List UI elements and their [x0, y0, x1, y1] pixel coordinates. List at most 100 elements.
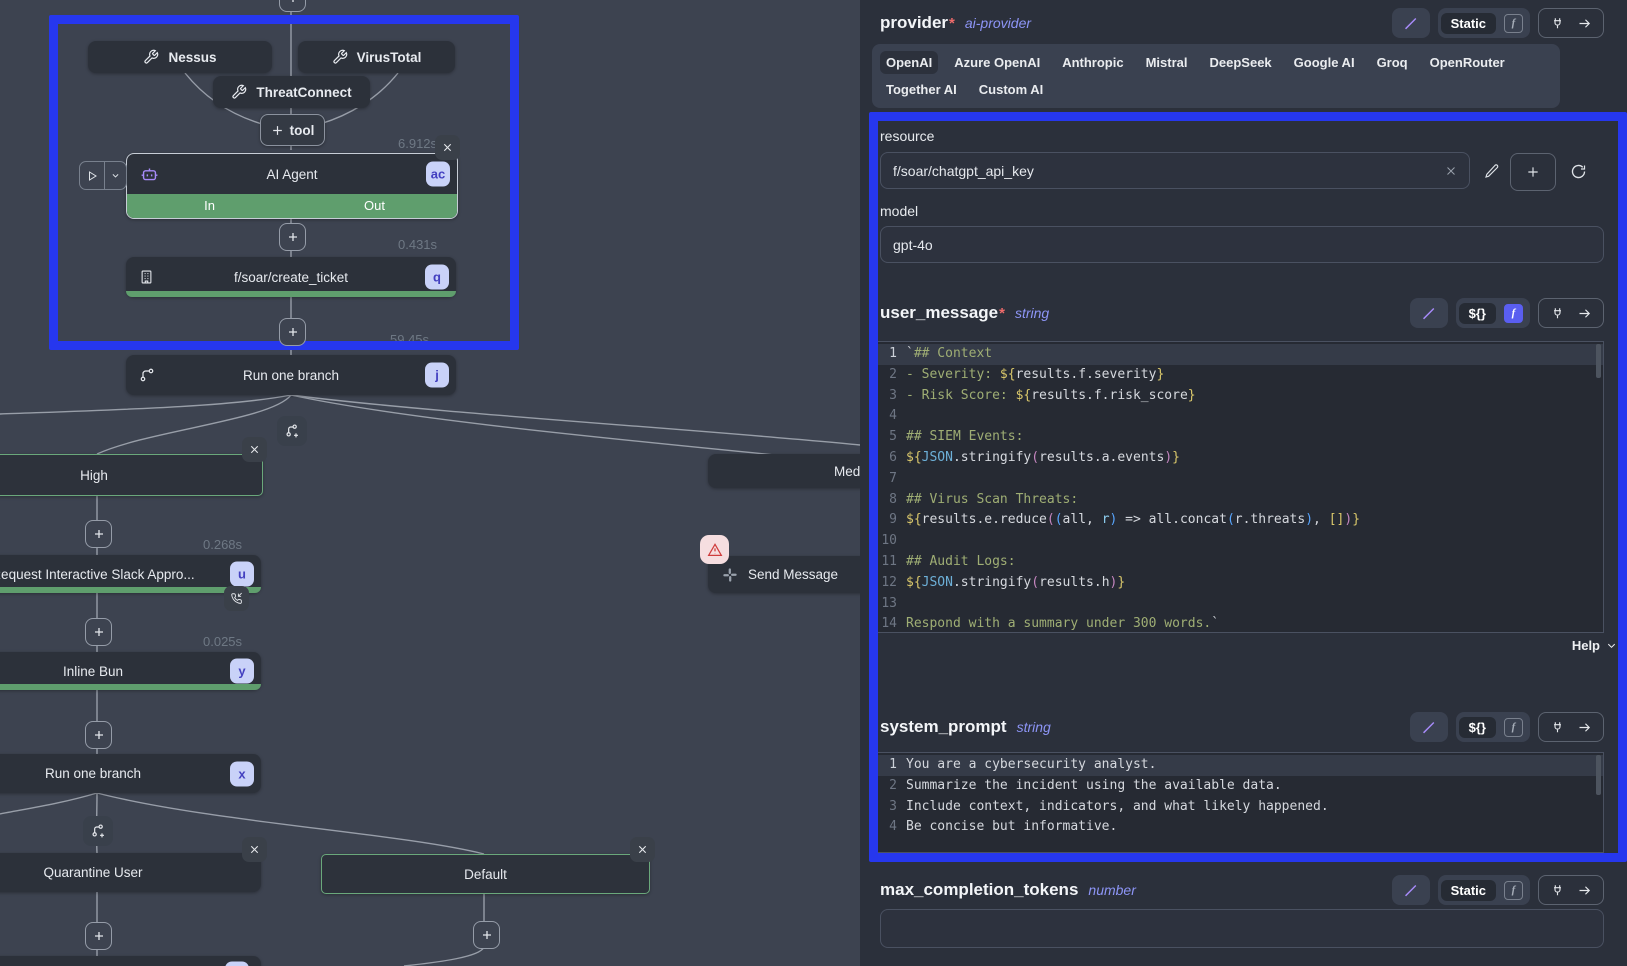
add-branch-button[interactable] [83, 816, 113, 846]
flow-canvas[interactable]: Nessus VirusTotal ThreatConnect tool 6.9… [0, 0, 860, 966]
line-number: 3 [873, 797, 906, 818]
run-step-button-group[interactable] [79, 161, 127, 190]
help-label[interactable]: Help [1572, 638, 1600, 653]
arrow-right-icon[interactable] [1577, 306, 1592, 321]
add-step-connector[interactable] [279, 223, 306, 251]
tab-groq[interactable]: Groq [1371, 51, 1414, 74]
code-line: 4Be concise but informative. [873, 817, 1603, 838]
mode-selected[interactable]: ${} [1459, 717, 1496, 738]
clear-resource-icon[interactable] [1445, 165, 1457, 177]
connect-io-buttons[interactable] [1538, 298, 1604, 328]
function-mode-icon[interactable]: f [1504, 718, 1523, 737]
error-indicator[interactable] [700, 535, 729, 564]
code-line: 2Summarize the incident using the availa… [873, 776, 1603, 797]
chevron-down-icon[interactable] [105, 162, 126, 189]
plus-icon [93, 626, 105, 638]
plug-icon[interactable] [1550, 883, 1565, 898]
required-asterisk: * [999, 305, 1005, 322]
tab-custom-ai[interactable]: Custom AI [973, 78, 1050, 101]
input-mode-toggle[interactable]: ${} f [1456, 712, 1530, 742]
scrollbar-thumb[interactable] [1596, 755, 1601, 795]
branch-node-default[interactable]: Default [321, 854, 650, 894]
plug-icon[interactable] [1550, 720, 1565, 735]
ai-fill-button[interactable] [1392, 8, 1430, 38]
function-mode-icon[interactable]: f [1504, 14, 1523, 33]
add-step-connector[interactable] [85, 922, 112, 950]
agent-in-label[interactable]: In [127, 194, 292, 218]
system-prompt-code-editor[interactable]: 1You are a cybersecurity analyst.2Summar… [872, 752, 1604, 853]
tab-openrouter[interactable]: OpenRouter [1424, 51, 1511, 74]
plug-icon[interactable] [1550, 16, 1565, 31]
suspend-approval-indicator[interactable] [224, 586, 249, 611]
node-ai-agent[interactable]: AI Agent ac In Out [126, 153, 458, 219]
add-step-connector[interactable] [473, 921, 500, 949]
mode-selected[interactable]: ${} [1459, 303, 1496, 324]
add-tool-pill[interactable]: tool [260, 114, 325, 146]
play-icon[interactable] [80, 162, 104, 189]
add-step-connector[interactable] [85, 618, 112, 646]
node-run-one-branch-2[interactable]: Run one branch x [0, 754, 261, 793]
node-inline-bun[interactable]: Inline Bun y [0, 652, 261, 690]
node-quarantine-user[interactable]: Quarantine User [0, 853, 261, 892]
input-mode-toggle[interactable]: Static f [1438, 8, 1530, 38]
tab-mistral[interactable]: Mistral [1140, 51, 1194, 74]
remove-default-branch-button[interactable] [630, 837, 655, 862]
tab-openai[interactable]: OpenAI [880, 51, 938, 74]
node-run-one-branch-1[interactable]: Run one branch j [126, 355, 456, 395]
ai-fill-button[interactable] [1410, 298, 1448, 328]
arrow-right-icon[interactable] [1577, 720, 1592, 735]
add-step-connector[interactable] [279, 318, 306, 346]
code-line: 12${JSON.stringify(results.h)} [873, 573, 1603, 594]
code-line: 3- Risk Score: ${results.f.risk_score} [873, 386, 1603, 407]
resource-input[interactable]: f/soar/chatgpt_api_key [880, 152, 1470, 189]
tab-azure-openai[interactable]: Azure OpenAI [948, 51, 1046, 74]
add-step-connector-top[interactable] [279, 0, 306, 12]
mode-selected[interactable]: Static [1441, 880, 1496, 901]
agent-out-label[interactable]: Out [292, 194, 457, 218]
arrow-right-icon[interactable] [1577, 883, 1592, 898]
node-create-ticket[interactable]: f/soar/create_ticket q [126, 257, 456, 297]
scrollbar-thumb[interactable] [1596, 344, 1601, 378]
property-type: ai-provider [965, 15, 1031, 31]
connect-io-buttons[interactable] [1538, 712, 1604, 742]
branch-node-high[interactable]: High [0, 454, 263, 496]
remove-high-branch-button[interactable] [242, 437, 267, 462]
ai-fill-button[interactable] [1410, 712, 1448, 742]
user-message-code-editor[interactable]: 1`## Context2- Severity: ${results.f.sev… [872, 341, 1604, 633]
help-dropdown[interactable]: Help [1572, 638, 1617, 653]
model-input[interactable]: gpt-4o [880, 226, 1604, 263]
branch-node-medium[interactable]: Medium [708, 454, 860, 488]
tab-deepseek[interactable]: DeepSeek [1204, 51, 1278, 74]
node-virustotal[interactable]: VirusTotal [298, 41, 455, 73]
add-step-connector[interactable] [85, 520, 112, 548]
add-resource-button[interactable] [1510, 153, 1556, 191]
function-mode-icon[interactable]: f [1504, 304, 1523, 323]
line-number: 4 [873, 406, 906, 427]
add-step-connector[interactable] [85, 721, 112, 749]
edit-resource-button[interactable] [1481, 160, 1503, 182]
node-label: Nessus [168, 50, 216, 65]
tab-anthropic[interactable]: Anthropic [1056, 51, 1129, 74]
connect-io-buttons[interactable] [1538, 8, 1604, 38]
remove-ai-agent-button[interactable] [435, 135, 460, 160]
input-mode-toggle[interactable]: Static f [1438, 875, 1530, 905]
mode-selected[interactable]: Static [1441, 13, 1496, 34]
connect-io-buttons[interactable] [1538, 875, 1604, 905]
arrow-right-icon[interactable] [1577, 16, 1592, 31]
node-nessus[interactable]: Nessus [88, 41, 272, 73]
tab-google-ai[interactable]: Google AI [1288, 51, 1361, 74]
node-threatconnect[interactable]: ThreatConnect [213, 76, 370, 108]
node-bottom-clipped[interactable] [0, 956, 261, 966]
plug-icon[interactable] [1550, 306, 1565, 321]
function-mode-icon[interactable]: f [1504, 881, 1523, 900]
max-completion-tokens-input[interactable] [880, 909, 1604, 948]
add-branch-button[interactable] [277, 416, 307, 446]
node-slack-approval[interactable]: Request Interactive Slack Appro... u [0, 555, 261, 593]
duration-ai-agent: 6.912s [398, 136, 437, 151]
input-mode-toggle[interactable]: ${} f [1456, 298, 1530, 328]
tab-together-ai[interactable]: Together AI [880, 78, 963, 101]
ai-fill-button[interactable] [1392, 875, 1430, 905]
node-send-message[interactable]: Send Message [708, 556, 860, 593]
remove-quarantine-branch-button[interactable] [242, 837, 267, 862]
refresh-resources-button[interactable] [1566, 159, 1590, 183]
